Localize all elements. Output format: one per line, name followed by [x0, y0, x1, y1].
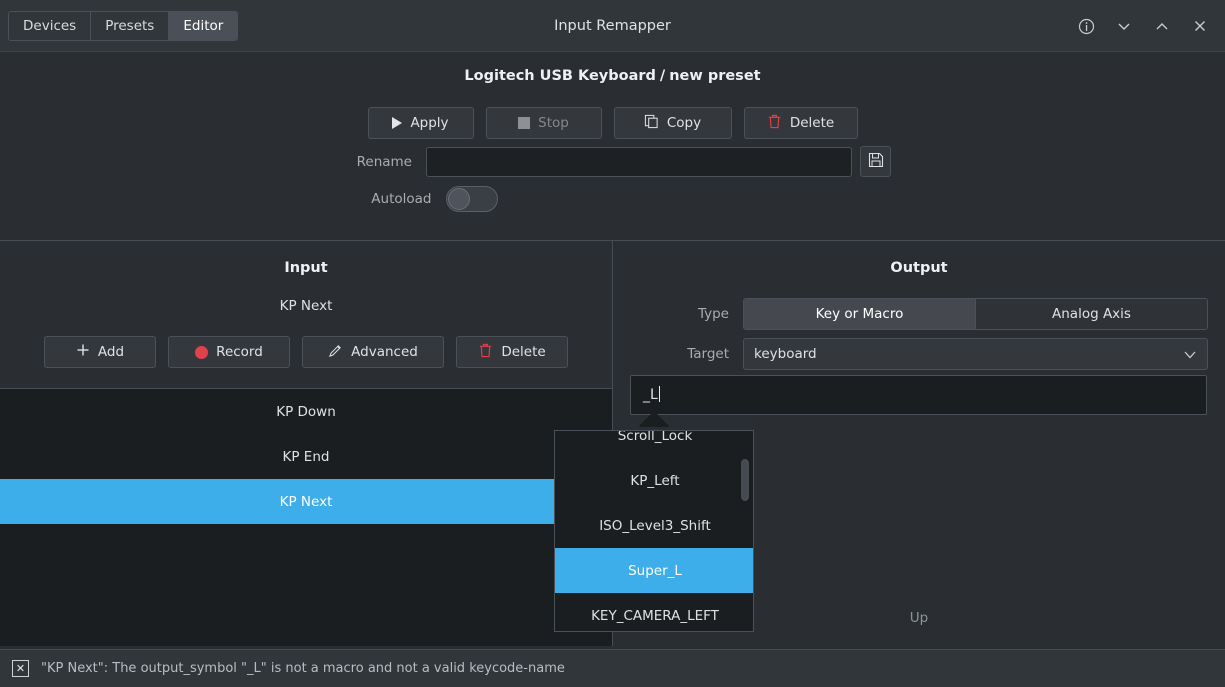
preset-action-buttons: Apply Stop Copy Delete [0, 107, 1225, 139]
status-bar: ✕ "KP Next": The output_symbol "_L" is n… [0, 649, 1225, 687]
stop-square-icon [518, 117, 530, 129]
input-selected-mapping: KP Next [0, 298, 612, 314]
title-bar: Devices Presets Editor Input Remapper [0, 0, 1225, 52]
delete-preset-button[interactable]: Delete [744, 107, 858, 139]
autocomplete-arrow-icon [639, 411, 669, 427]
tab-editor[interactable]: Editor [169, 12, 237, 40]
autocomplete-list: Scroll_Lock KP_Left ISO_Level3_Shift Sup… [555, 430, 754, 632]
error-icon: ✕ [12, 660, 29, 677]
delete-preset-button-label: Delete [790, 115, 834, 131]
info-icon[interactable] [1067, 6, 1105, 46]
main-tab-group: Devices Presets Editor [8, 11, 238, 41]
input-action-buttons: Add Record Advanced Delete [0, 336, 612, 368]
list-item[interactable]: KP Down [0, 389, 612, 434]
autocomplete-item[interactable]: Super_L [555, 548, 754, 593]
add-input-button-label: Add [98, 344, 124, 360]
output-type-label: Type [613, 306, 743, 322]
tab-devices[interactable]: Devices [9, 12, 91, 40]
record-dot-icon [195, 346, 208, 359]
apply-button-label: Apply [410, 115, 448, 131]
tab-presets[interactable]: Presets [91, 12, 169, 40]
preset-device-name: Logitech USB Keyboard [464, 68, 656, 84]
autoload-toggle[interactable] [446, 186, 498, 212]
stop-button[interactable]: Stop [486, 107, 602, 139]
save-preset-button[interactable] [860, 146, 891, 177]
output-type-segmented-control: Key or Macro Analog Axis [743, 298, 1208, 330]
type-option-key-or-macro[interactable]: Key or Macro [744, 299, 975, 329]
preset-breadcrumb: Logitech USB Keyboard/new preset [0, 68, 1225, 84]
save-floppy-icon [868, 152, 884, 172]
output-panel-heading: Output [613, 260, 1225, 276]
autocomplete-popup: Scroll_Lock KP_Left ISO_Level3_Shift Sup… [554, 430, 754, 632]
autocomplete-item[interactable]: Scroll_Lock [555, 430, 754, 458]
output-symbol-editor[interactable]: _L [630, 375, 1207, 415]
preset-name: new preset [669, 68, 760, 84]
copy-icon [644, 114, 659, 133]
autocomplete-scrollbar-thumb[interactable] [741, 459, 749, 501]
list-item[interactable]: KP End [0, 434, 612, 479]
record-input-button[interactable]: Record [168, 336, 290, 368]
chevron-down-icon [1183, 349, 1197, 365]
type-option-analog-axis[interactable]: Analog Axis [975, 299, 1207, 329]
plus-icon [76, 343, 90, 361]
input-panel-heading: Input [0, 260, 612, 276]
target-select[interactable]: keyboard [743, 338, 1208, 370]
advanced-input-button-label: Advanced [351, 344, 418, 360]
rename-label: Rename [334, 154, 426, 170]
output-symbol-text: _L [643, 387, 658, 403]
autoload-toggle-knob [448, 188, 470, 210]
autoload-row: Autoload [0, 186, 1225, 212]
output-type-row: Type Key or Macro Analog Axis [613, 298, 1225, 330]
minimize-chevron-down-icon[interactable] [1105, 6, 1143, 46]
window-controls [1067, 0, 1219, 52]
delete-input-button[interactable]: Delete [456, 336, 568, 368]
pencil-icon [328, 343, 343, 362]
copy-button-label: Copy [667, 115, 701, 131]
add-input-button[interactable]: Add [44, 336, 156, 368]
output-target-row: Target keyboard [613, 338, 1225, 370]
trash-icon [478, 343, 493, 362]
record-input-button-label: Record [216, 344, 263, 360]
output-target-label: Target [613, 346, 743, 362]
stop-button-label: Stop [538, 115, 569, 131]
app-window: Devices Presets Editor Input Remapper [0, 0, 1225, 687]
copy-button[interactable]: Copy [614, 107, 732, 139]
advanced-input-button[interactable]: Advanced [302, 336, 444, 368]
autocomplete-item[interactable]: KP_Left [555, 458, 754, 503]
status-message: "KP Next": The output_symbol "_L" is not… [41, 661, 565, 676]
delete-input-button-label: Delete [501, 344, 545, 360]
apply-button[interactable]: Apply [368, 107, 474, 139]
target-select-value: keyboard [754, 346, 817, 362]
autoload-label: Autoload [354, 191, 446, 207]
maximize-chevron-up-icon[interactable] [1143, 6, 1181, 46]
trash-icon [767, 114, 782, 133]
rename-input[interactable] [426, 147, 852, 177]
play-icon [392, 117, 402, 129]
close-icon[interactable] [1181, 6, 1219, 46]
list-item[interactable]: KP Next [0, 479, 612, 524]
autocomplete-item[interactable]: KEY_CAMERA_LEFT [555, 593, 754, 632]
autocomplete-item[interactable]: ISO_Level3_Shift [555, 503, 754, 548]
breadcrumb-separator: / [660, 68, 665, 84]
input-mapping-list: KP Down KP End KP Next [0, 388, 612, 646]
rename-row: Rename [0, 146, 1225, 177]
autocomplete-scrollbar[interactable] [741, 435, 749, 629]
text-caret [659, 386, 660, 402]
